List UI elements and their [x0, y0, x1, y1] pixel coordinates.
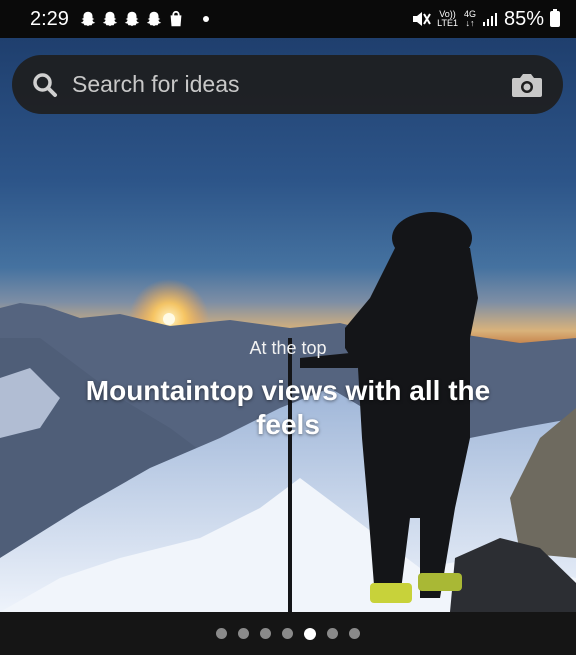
snapchat-icon — [102, 11, 118, 27]
status-time: 2:29 — [30, 7, 69, 30]
snapchat-icon — [124, 11, 140, 27]
volte-indicator: Vo)) LTE1 — [437, 9, 458, 28]
mute-icon — [413, 12, 431, 26]
snapchat-icon — [146, 11, 162, 27]
search-bar[interactable] — [12, 55, 563, 114]
status-bar: 2:29 Vo)) LTE1 4G ↓↑ 85% — [0, 0, 576, 38]
mountain-scene — [0, 212, 576, 612]
system-icons: Vo)) LTE1 4G ↓↑ 85% — [411, 8, 560, 31]
page-dot[interactable] — [238, 628, 249, 639]
hero-headline: Mountaintop views with all the feels — [85, 375, 491, 440]
signal-icon — [482, 13, 497, 26]
battery-icon — [550, 9, 560, 27]
battery-percent: 85% — [503, 7, 544, 30]
shopping-bag-icon — [170, 10, 182, 27]
page-dot-active[interactable] — [304, 627, 316, 640]
search-input[interactable] — [70, 70, 511, 99]
hero-image[interactable]: At the top Mountaintop views with all th… — [0, 38, 576, 612]
network-type: 4G ↓↑ — [463, 9, 476, 28]
snapchat-icon — [80, 11, 96, 27]
camera-icon[interactable] — [511, 71, 543, 99]
page-dot[interactable] — [282, 628, 293, 639]
page-dot[interactable] — [327, 628, 338, 639]
page-dot[interactable] — [216, 628, 227, 639]
page-dot[interactable] — [260, 628, 271, 639]
more-notifications-dot — [202, 16, 209, 22]
carousel-pagination — [0, 612, 576, 655]
search-icon — [33, 72, 57, 97]
page-dot[interactable] — [349, 628, 360, 639]
notification-icons — [79, 10, 209, 28]
hero-subtitle: At the top — [249, 338, 327, 358]
